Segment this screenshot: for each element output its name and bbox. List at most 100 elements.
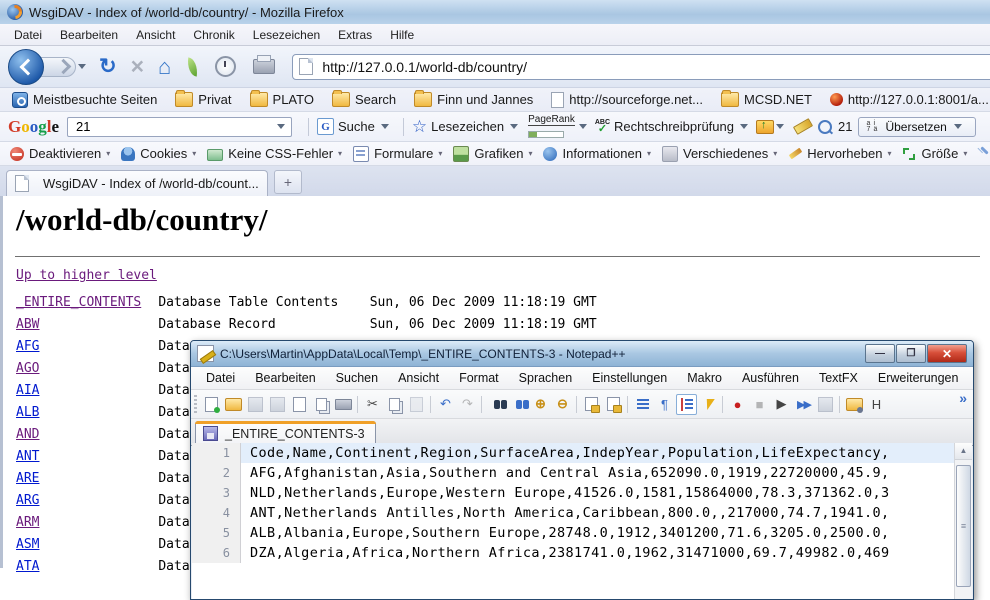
directory-entry-link[interactable]: ARG [16,493,39,508]
menu-item[interactable]: Makro [678,370,731,386]
webdev-menu-item[interactable]: Extras [974,146,990,161]
bookmark-item[interactable]: MCSD.NET [715,91,818,108]
google-search-box[interactable] [67,117,292,137]
document-tab[interactable]: _ENTIRE_CONTENTS-3 [195,421,376,445]
run-macro-multiple-icon[interactable]: ▶▶ [793,394,814,415]
close-button[interactable]: ✕ [927,344,967,363]
open-file-icon[interactable] [223,394,244,415]
scroll-up-arrow[interactable]: ▲ [955,443,972,460]
bookmark-item[interactable]: Meistbesuchte Seiten [6,91,163,109]
close-all-icon[interactable] [311,394,332,415]
menu-item[interactable]: Sprachen [510,370,582,386]
cut-icon[interactable]: ✂ [362,394,383,415]
editor-line[interactable]: 6 DZA,Algeria,Africa,Northern Africa,238… [192,543,972,563]
print-icon[interactable] [333,394,354,415]
line-text[interactable]: ALB,Albania,Europe,Southern Europe,28748… [241,523,972,543]
directory-entry-link[interactable]: ANT [16,449,39,464]
redo-icon[interactable]: ↷ [457,394,478,415]
up-to-higher-level-link[interactable]: Up to higher level [16,268,157,283]
chevron-down-icon[interactable] [954,124,962,129]
undo-icon[interactable]: ↶ [435,394,456,415]
separator-icon[interactable] [479,394,485,415]
user-define-dialog-icon[interactable] [698,394,719,415]
menu-item[interactable]: Suchen [327,370,387,386]
bookmark-item[interactable]: Search [326,91,402,108]
directory-entry-link[interactable]: ATA [16,559,39,574]
print-button[interactable] [253,59,275,74]
menu-item[interactable]: Lesezeichen [245,26,328,44]
show-all-characters-icon[interactable]: ¶ [654,394,675,415]
bookmark-item[interactable]: PLATO [244,91,320,108]
sync-vertical-scroll-icon[interactable] [581,394,602,415]
new-tab-button[interactable]: + [274,170,302,194]
save-macro-icon[interactable] [815,394,836,415]
stop-macro-icon[interactable]: ■ [749,394,770,415]
menu-item[interactable]: Extras [330,26,380,44]
menu-item[interactable]: Erweiterungen [869,370,968,386]
editor-line[interactable]: 1 Code,Name,Continent,Region,SurfaceArea… [192,443,972,463]
translate-button[interactable]: ai7ä Übersetzen [858,117,975,137]
separator-icon[interactable] [625,394,631,415]
editor-vertical-scrollbar[interactable]: ▲ ≡ [954,443,972,599]
chevron-down-icon[interactable] [776,124,784,129]
bookmark-item[interactable]: http://127.0.0.1:8001/a... [824,91,990,108]
chevron-down-icon[interactable] [579,124,587,129]
new-file-icon[interactable] [201,394,222,415]
webdev-menu-item[interactable]: Grafiken [449,146,536,162]
menu-item[interactable]: Datei [6,26,50,44]
toolbar-overflow-icon[interactable]: » [959,390,969,406]
find-icon[interactable] [486,394,507,415]
sync-horizontal-scroll-icon[interactable] [603,394,624,415]
directory-entry-link[interactable]: ARM [16,515,39,530]
close-file-icon[interactable] [289,394,310,415]
webdev-menu-item[interactable]: Cookies [117,146,200,161]
save-all-icon[interactable] [267,394,288,415]
indent-guide-icon[interactable] [676,394,697,415]
editor-line[interactable]: 4 ANT,Netherlands Antilles,North America… [192,503,972,523]
maximize-button[interactable]: ❐ [896,344,926,363]
copy-icon[interactable] [384,394,405,415]
separator-icon[interactable] [355,394,361,415]
zoom-in-icon[interactable]: ⊕ [530,394,551,415]
directory-entry-link[interactable]: _ENTIRE_CONTENTS [16,295,141,310]
menu-item[interactable]: Einstellungen [583,370,676,386]
menu-item[interactable]: Chronik [185,26,242,44]
menu-item[interactable]: Ansicht [389,370,448,386]
search-dropdown-icon[interactable] [277,124,285,129]
zoom-out-icon[interactable]: ⊖ [552,394,573,415]
line-text[interactable]: ANT,Netherlands Antilles,North America,C… [241,503,972,523]
play-macro-icon[interactable]: ▶ [771,394,792,415]
menu-item[interactable]: Format [450,370,508,386]
replace-icon[interactable] [508,394,529,415]
menu-item[interactable]: Bearbeiten [246,370,324,386]
google-bookmarks-button[interactable]: ☆ Lesezeichen [410,117,526,137]
paste-icon[interactable] [406,394,427,415]
save-icon[interactable] [245,394,266,415]
bookmark-item[interactable]: Privat [169,91,237,108]
chevron-down-icon[interactable] [510,124,518,129]
chevron-down-icon[interactable] [740,124,748,129]
scrollbar-thumb[interactable]: ≡ [956,465,971,587]
notepad-titlebar[interactable]: C:\Users\Martin\AppData\Local\Temp\_ENTI… [191,341,973,367]
menu-item[interactable]: Bearbeiten [52,26,126,44]
reload-button[interactable]: ↻ [99,56,117,77]
record-macro-icon[interactable]: ● [727,394,748,415]
plugins-folder-icon[interactable] [844,394,865,415]
chevron-down-icon[interactable] [381,124,389,129]
menu-item[interactable]: Fenster [969,370,974,386]
directory-entry-link[interactable]: ABW [16,317,39,332]
separator-icon[interactable] [574,394,580,415]
directory-entry-link[interactable]: AND [16,427,39,442]
separator-icon[interactable] [428,394,434,415]
firefox-titlebar[interactable]: WsgiDAV - Index of /world-db/country/ - … [0,0,990,24]
webdev-menu-item[interactable]: Deaktivieren [6,146,114,161]
line-text[interactable]: DZA,Algeria,Africa,Northern Africa,23817… [241,543,972,563]
back-button[interactable] [8,49,44,85]
feed-leaf-icon[interactable] [186,57,199,76]
webdev-menu-item[interactable]: Hervorheben [784,146,895,161]
separator-icon[interactable] [837,394,843,415]
send-to-icon[interactable] [756,120,774,134]
stop-button[interactable]: × [131,55,144,78]
highlighter-icon[interactable] [793,118,813,135]
line-text[interactable]: AFG,Afghanistan,Asia,Southern and Centra… [241,463,972,483]
